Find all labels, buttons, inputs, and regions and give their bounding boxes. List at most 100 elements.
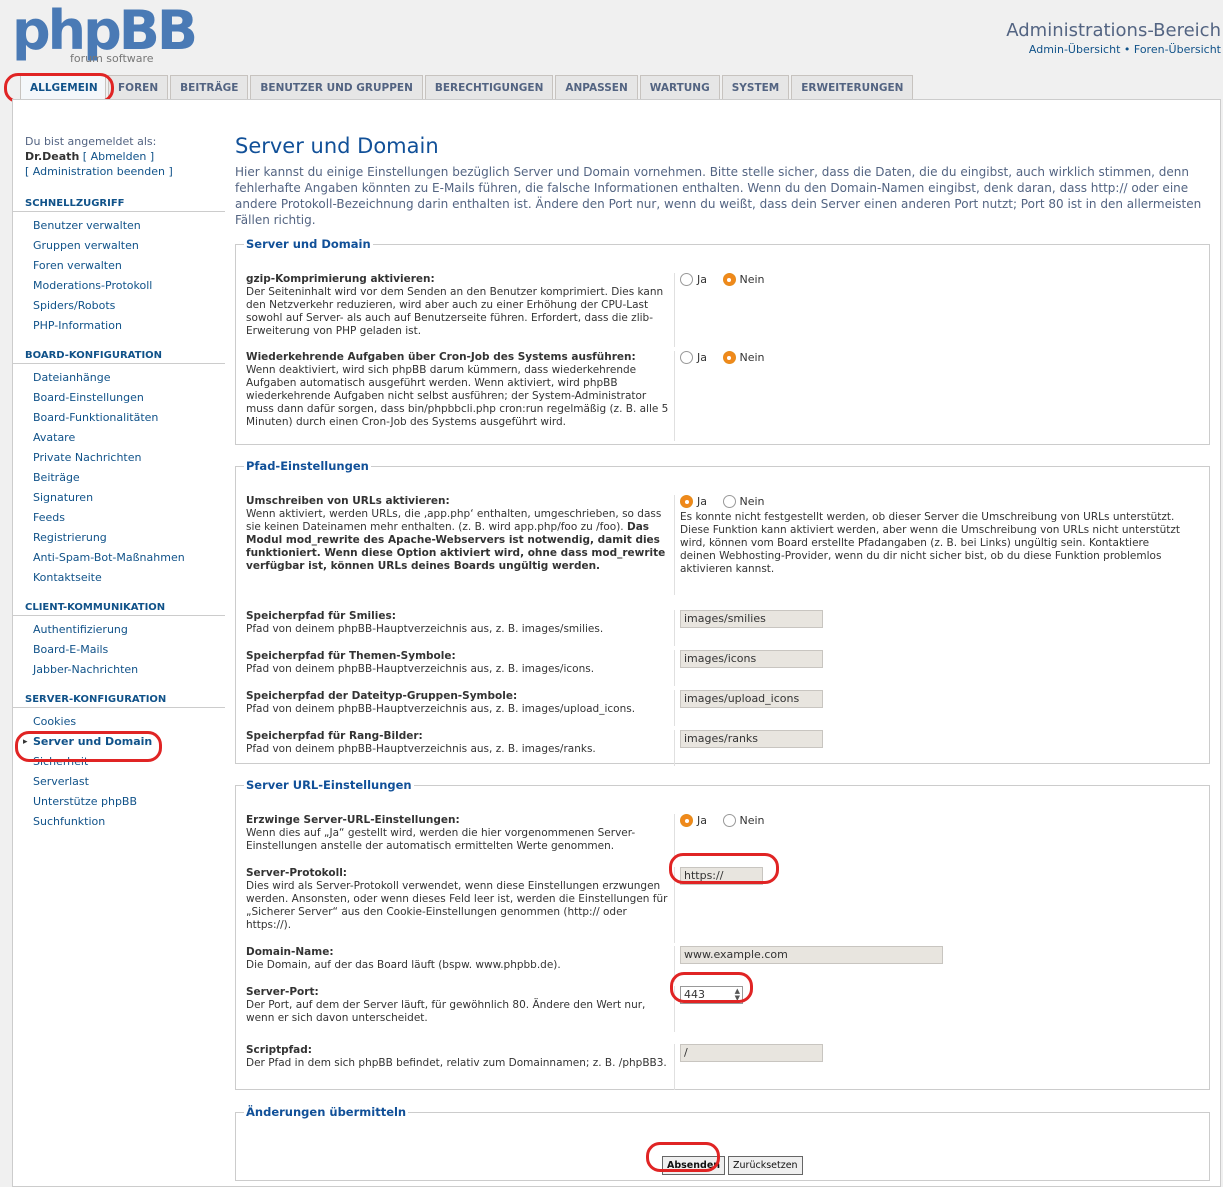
admin-overview-link[interactable]: Admin-Übersicht	[1029, 43, 1120, 56]
menu-heading-schnellzugriff: SCHNELLZUGRIFF	[13, 198, 225, 212]
force-url-radio-group: Ja Nein	[680, 814, 777, 830]
phpbb-logo[interactable]: phpBB forum software	[12, 0, 198, 68]
rewrite-radio-yes[interactable]: Ja	[680, 495, 707, 508]
menu-item-private-nachrichten[interactable]: Private Nachrichten	[13, 448, 225, 468]
legend-submit: Änderungen übermitteln	[246, 1105, 407, 1119]
sidebar-menu: Du bist angemeldet als: Dr.Death [ Abmel…	[13, 134, 225, 832]
menu-item-gruppen-verwalten[interactable]: Gruppen verwalten	[13, 236, 225, 256]
cron-description: Wenn deaktiviert, wird sich phpBB darum …	[246, 364, 669, 428]
port-title: Server-Port:	[246, 986, 319, 998]
upload-icons-title: Speicherpfad der Dateityp-Gruppen-Symbol…	[246, 690, 518, 702]
menu-item-moderations-protokoll[interactable]: Moderations-Protokoll	[13, 276, 225, 296]
fieldset-submit: Änderungen übermitteln Absenden Zurückset…	[235, 1105, 1210, 1181]
tab-berechtigungen[interactable]: BERECHTIGUNGEN	[424, 75, 554, 99]
menu-item-spiders-robots[interactable]: Spiders/Robots	[13, 296, 225, 316]
cron-radio-no[interactable]: Nein	[722, 351, 765, 364]
end-admin-link[interactable]: [ Administration beenden ]	[25, 165, 173, 178]
domain-title: Domain-Name:	[246, 946, 334, 958]
highlight-protocol	[669, 853, 779, 884]
ranks-title: Speicherpfad für Rang-Bilder:	[246, 730, 423, 742]
gzip-description: Der Seiteninhalt wird vor dem Senden an …	[246, 286, 664, 337]
admin-title: Administrations-Bereich	[1006, 20, 1221, 41]
gzip-radio-group: Ja Nein	[680, 273, 777, 289]
tab-wartung[interactable]: WARTUNG	[639, 75, 720, 99]
tab-system[interactable]: SYSTEM	[721, 75, 790, 99]
smilies-description: Pfad von deinem phpBB-Hauptverzeichnis a…	[246, 623, 604, 635]
menu-item-dateianhaenge[interactable]: Dateianhänge	[13, 368, 225, 388]
upload-icons-description: Pfad von deinem phpBB-Hauptverzeichnis a…	[246, 703, 636, 715]
menu-item-serverlast[interactable]: Serverlast	[13, 772, 225, 792]
menu-item-avatare[interactable]: Avatare	[13, 428, 225, 448]
script-path-input[interactable]: /	[680, 1044, 823, 1062]
menu-item-unterstuetze-phpbb[interactable]: Unterstütze phpBB	[13, 792, 225, 812]
smilies-path-input[interactable]: images/smilies	[680, 610, 823, 628]
page-title: Server und Domain	[235, 134, 439, 158]
menu-item-board-emails[interactable]: Board-E-Mails	[13, 640, 225, 660]
rewrite-control: Ja Nein Es konnte nicht festgestellt wer…	[680, 495, 1185, 576]
menu-item-suchfunktion[interactable]: Suchfunktion	[13, 812, 225, 832]
menu-item-jabber-nachrichten[interactable]: Jabber-Nachrichten	[13, 660, 225, 680]
protocol-title: Server-Protokoll:	[246, 867, 347, 879]
menu-item-anti-spam[interactable]: Anti-Spam-Bot-Maßnahmen	[13, 548, 225, 568]
legend-pfad-einstellungen: Pfad-Einstellungen	[246, 459, 369, 473]
force-url-radio-no[interactable]: Nein	[722, 814, 765, 827]
icons-path-input[interactable]: images/icons	[680, 650, 823, 668]
legend-server-domain: Server und Domain	[246, 237, 371, 251]
tab-erweiterungen[interactable]: ERWEITERUNGEN	[791, 75, 914, 99]
login-user: Dr.Death	[25, 150, 80, 163]
cron-radio-yes[interactable]: Ja	[680, 351, 707, 364]
main-tabs: ALLGEMEIN FOREN BEITRÄGE BENUTZER UND GR…	[20, 75, 915, 99]
reset-button[interactable]: Zurücksetzen	[728, 1156, 803, 1175]
login-info: Du bist angemeldet als: Dr.Death [ Abmel…	[13, 134, 225, 179]
domain-name-input[interactable]: www.example.com	[680, 946, 943, 964]
port-description: Der Port, auf dem der Server läuft, für …	[246, 999, 646, 1024]
upload-icons-path-input[interactable]: images/upload_icons	[680, 690, 823, 708]
gzip-radio-yes[interactable]: Ja	[680, 273, 707, 286]
menu-item-cookies[interactable]: Cookies	[13, 712, 225, 732]
menu-item-board-einstellungen[interactable]: Board-Einstellungen	[13, 388, 225, 408]
icons-title: Speicherpfad für Themen-Symbole:	[246, 650, 456, 662]
tab-benutzer-und-gruppen[interactable]: BENUTZER UND GRUPPEN	[250, 75, 423, 99]
menu-item-foren-verwalten[interactable]: Foren verwalten	[13, 256, 225, 276]
ranks-path-input[interactable]: images/ranks	[680, 730, 823, 748]
admin-links: Admin-Übersicht • Foren-Übersicht	[1029, 43, 1221, 56]
tab-anpassen[interactable]: ANPASSEN	[555, 75, 638, 99]
force-url-title: Erzwinge Server-URL-Einstellungen:	[246, 814, 460, 826]
force-url-radio-yes[interactable]: Ja	[680, 814, 707, 827]
highlight-submit	[646, 1142, 720, 1172]
page-description: Hier kannst du einige Einstellungen bezü…	[235, 165, 1202, 227]
tab-foren[interactable]: FOREN	[108, 75, 169, 99]
menu-item-signaturen[interactable]: Signaturen	[13, 488, 225, 508]
menu-item-benutzer-verwalten[interactable]: Benutzer verwalten	[13, 216, 225, 236]
menu-item-php-information[interactable]: PHP-Information	[13, 316, 225, 336]
scriptpath-title: Scriptpfad:	[246, 1044, 312, 1056]
rewrite-hint: Es konnte nicht festgestellt werden, ob …	[680, 511, 1181, 575]
ranks-description: Pfad von deinem phpBB-Hauptverzeichnis a…	[246, 743, 596, 755]
menu-item-beitraege[interactable]: Beiträge	[13, 468, 225, 488]
rewrite-title: Umschreiben von URLs aktivieren:	[246, 495, 450, 507]
menu-item-registrierung[interactable]: Registrierung	[13, 528, 225, 548]
scriptpath-description: Der Pfad in dem sich phpBB befindet, rel…	[246, 1057, 667, 1069]
highlight-server-und-domain	[15, 731, 162, 762]
legend-server-url: Server URL-Einstellungen	[246, 778, 412, 792]
link-separator: •	[1123, 43, 1131, 56]
logout-link[interactable]: [ Abmelden ]	[83, 150, 154, 163]
menu-item-authentifizierung[interactable]: Authentifizierung	[13, 620, 225, 640]
protocol-description: Dies wird als Server-Protokoll verwendet…	[246, 880, 668, 931]
fieldset-server-domain: Server und Domain gzip-Komprimierung akt…	[235, 237, 1210, 445]
smilies-title: Speicherpfad für Smilies:	[246, 610, 396, 622]
menu-item-feeds[interactable]: Feeds	[13, 508, 225, 528]
gzip-radio-no[interactable]: Nein	[722, 273, 765, 286]
login-prefix: Du bist angemeldet als:	[25, 135, 157, 148]
forum-overview-link[interactable]: Foren-Übersicht	[1134, 43, 1221, 56]
tab-beitraege[interactable]: BEITRÄGE	[170, 75, 249, 99]
domain-description: Die Domain, auf der das Board läuft (bsp…	[246, 959, 561, 971]
menu-heading-server-konfiguration: SERVER-KONFIGURATION	[13, 694, 225, 708]
gzip-title: gzip-Komprimierung aktivieren:	[246, 273, 435, 285]
rewrite-radio-no[interactable]: Nein	[722, 495, 765, 508]
cron-radio-group: Ja Nein	[680, 351, 777, 367]
menu-item-kontaktseite[interactable]: Kontaktseite	[13, 568, 225, 588]
fieldset-pfad-einstellungen: Pfad-Einstellungen Umschreiben von URLs …	[235, 459, 1210, 766]
logo-sub: forum software	[70, 52, 154, 65]
menu-item-board-funktionalitaeten[interactable]: Board-Funktionalitäten	[13, 408, 225, 428]
